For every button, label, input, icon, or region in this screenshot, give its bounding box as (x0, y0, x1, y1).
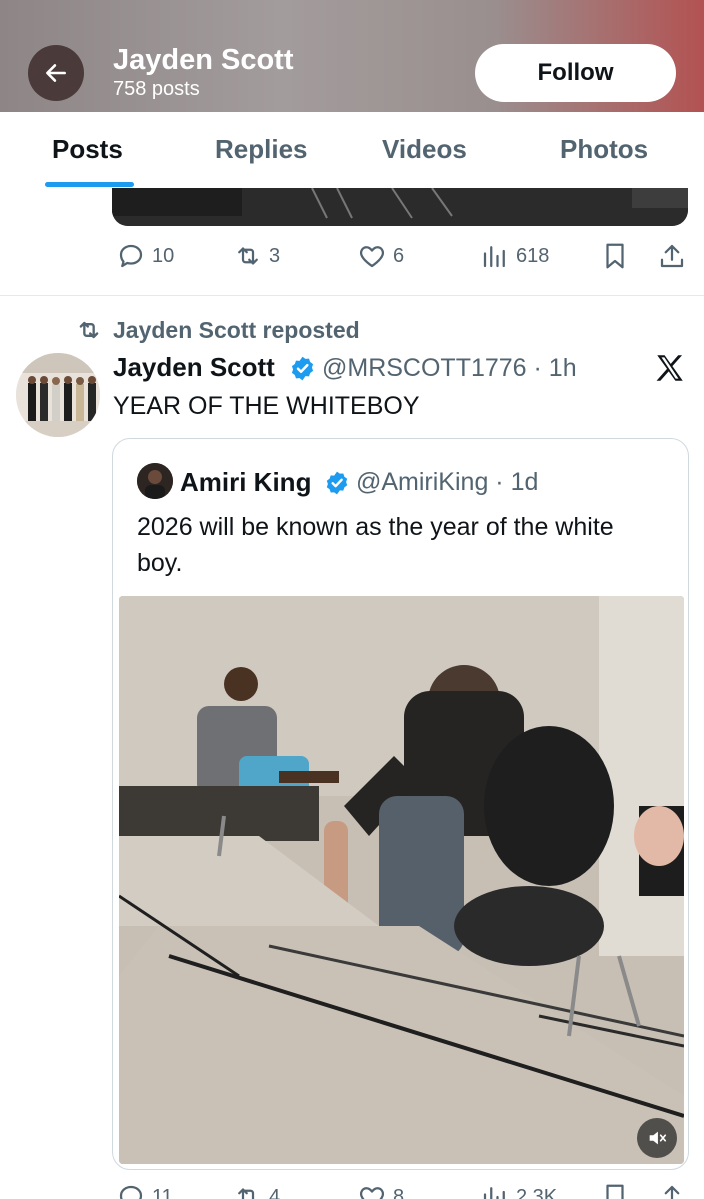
quoted-text: 2026 will be known as the year of the wh… (137, 513, 614, 577)
profile-header: Jayden Scott 758 posts Follow (0, 0, 704, 112)
tweet-like-count: 8 (393, 1185, 405, 1199)
quoted-tweet[interactable]: Amiri King @AmiriKing · 1d 2026 will be … (112, 438, 689, 1170)
verified-badge-icon (326, 471, 348, 495)
views-icon (483, 246, 505, 268)
bookmark-icon (606, 243, 624, 269)
tweet-text: YEAR OF THE WHITEBOY (113, 392, 420, 420)
quoted-avatar[interactable] (137, 463, 173, 499)
profile-name: Jayden Scott (113, 44, 294, 76)
reply-icon (119, 244, 143, 268)
post-divider (0, 295, 704, 296)
tab-photos[interactable]: Photos (560, 134, 648, 165)
bookmark-action[interactable] (600, 241, 630, 271)
tweet-views-action[interactable]: 2.3K (480, 1182, 557, 1199)
mute-button[interactable] (637, 1118, 677, 1158)
quoted-author-handle[interactable]: @AmiriKing · 1d (356, 468, 538, 497)
mute-icon (649, 1131, 667, 1145)
like-action[interactable]: 6 (357, 241, 404, 271)
repost-icon (238, 247, 258, 265)
tab-videos[interactable]: Videos (382, 134, 467, 165)
tweet-author-handle[interactable]: @MRSCOTT1776 · 1h (322, 354, 577, 383)
tweet-repost-count: 4 (269, 1185, 281, 1199)
tweet-share-action[interactable] (657, 1182, 687, 1199)
like-icon (359, 1187, 385, 1199)
reply-icon (119, 1185, 143, 1199)
views-icon (483, 1187, 505, 1199)
quoted-author-name[interactable]: Amiri King (180, 467, 311, 498)
tab-posts[interactable]: Posts (52, 134, 123, 165)
like-count: 6 (393, 244, 405, 267)
tweet-views-count: 2.3K (516, 1185, 558, 1199)
back-button[interactable] (28, 45, 84, 101)
tweet-like-action[interactable]: 8 (357, 1182, 404, 1199)
tweet-bookmark-action[interactable] (600, 1182, 630, 1199)
active-tab-indicator (45, 182, 134, 187)
like-icon (359, 246, 385, 268)
views-count: 618 (516, 244, 550, 267)
verified-badge-icon (291, 356, 314, 381)
repost-action[interactable]: 3 (233, 241, 280, 271)
x-logo-icon (656, 355, 683, 381)
share-action[interactable] (657, 241, 687, 271)
bookmark-icon (606, 1184, 624, 1199)
repost-icon (79, 321, 99, 339)
tweet-repost-action[interactable]: 4 (233, 1182, 280, 1199)
reply-count: 10 (152, 244, 175, 267)
repost-label: Jayden Scott reposted (113, 316, 360, 343)
posts-count: 758 posts (113, 78, 200, 100)
views-action[interactable]: 618 (480, 241, 549, 271)
repost-count: 3 (269, 244, 281, 267)
avatar[interactable] (16, 353, 100, 437)
tweet-author-name[interactable]: Jayden Scott (113, 352, 275, 383)
quoted-video[interactable] (119, 596, 684, 1164)
previous-post-media[interactable] (112, 188, 688, 226)
repost-icon (238, 1188, 255, 1199)
profile-tabs: Posts Replies Videos Photos (0, 112, 704, 188)
reply-action[interactable]: 10 (116, 241, 174, 271)
back-arrow-icon (46, 64, 66, 82)
tweet-reply-action[interactable]: 11 (116, 1182, 173, 1199)
repost-indicator[interactable]: Jayden Scott reposted (75, 316, 360, 344)
share-icon (660, 244, 684, 268)
tweet-reply-count: 11 (152, 1185, 173, 1199)
tab-replies[interactable]: Replies (215, 134, 308, 165)
share-icon (664, 1185, 680, 1199)
follow-button[interactable]: Follow (475, 44, 676, 102)
